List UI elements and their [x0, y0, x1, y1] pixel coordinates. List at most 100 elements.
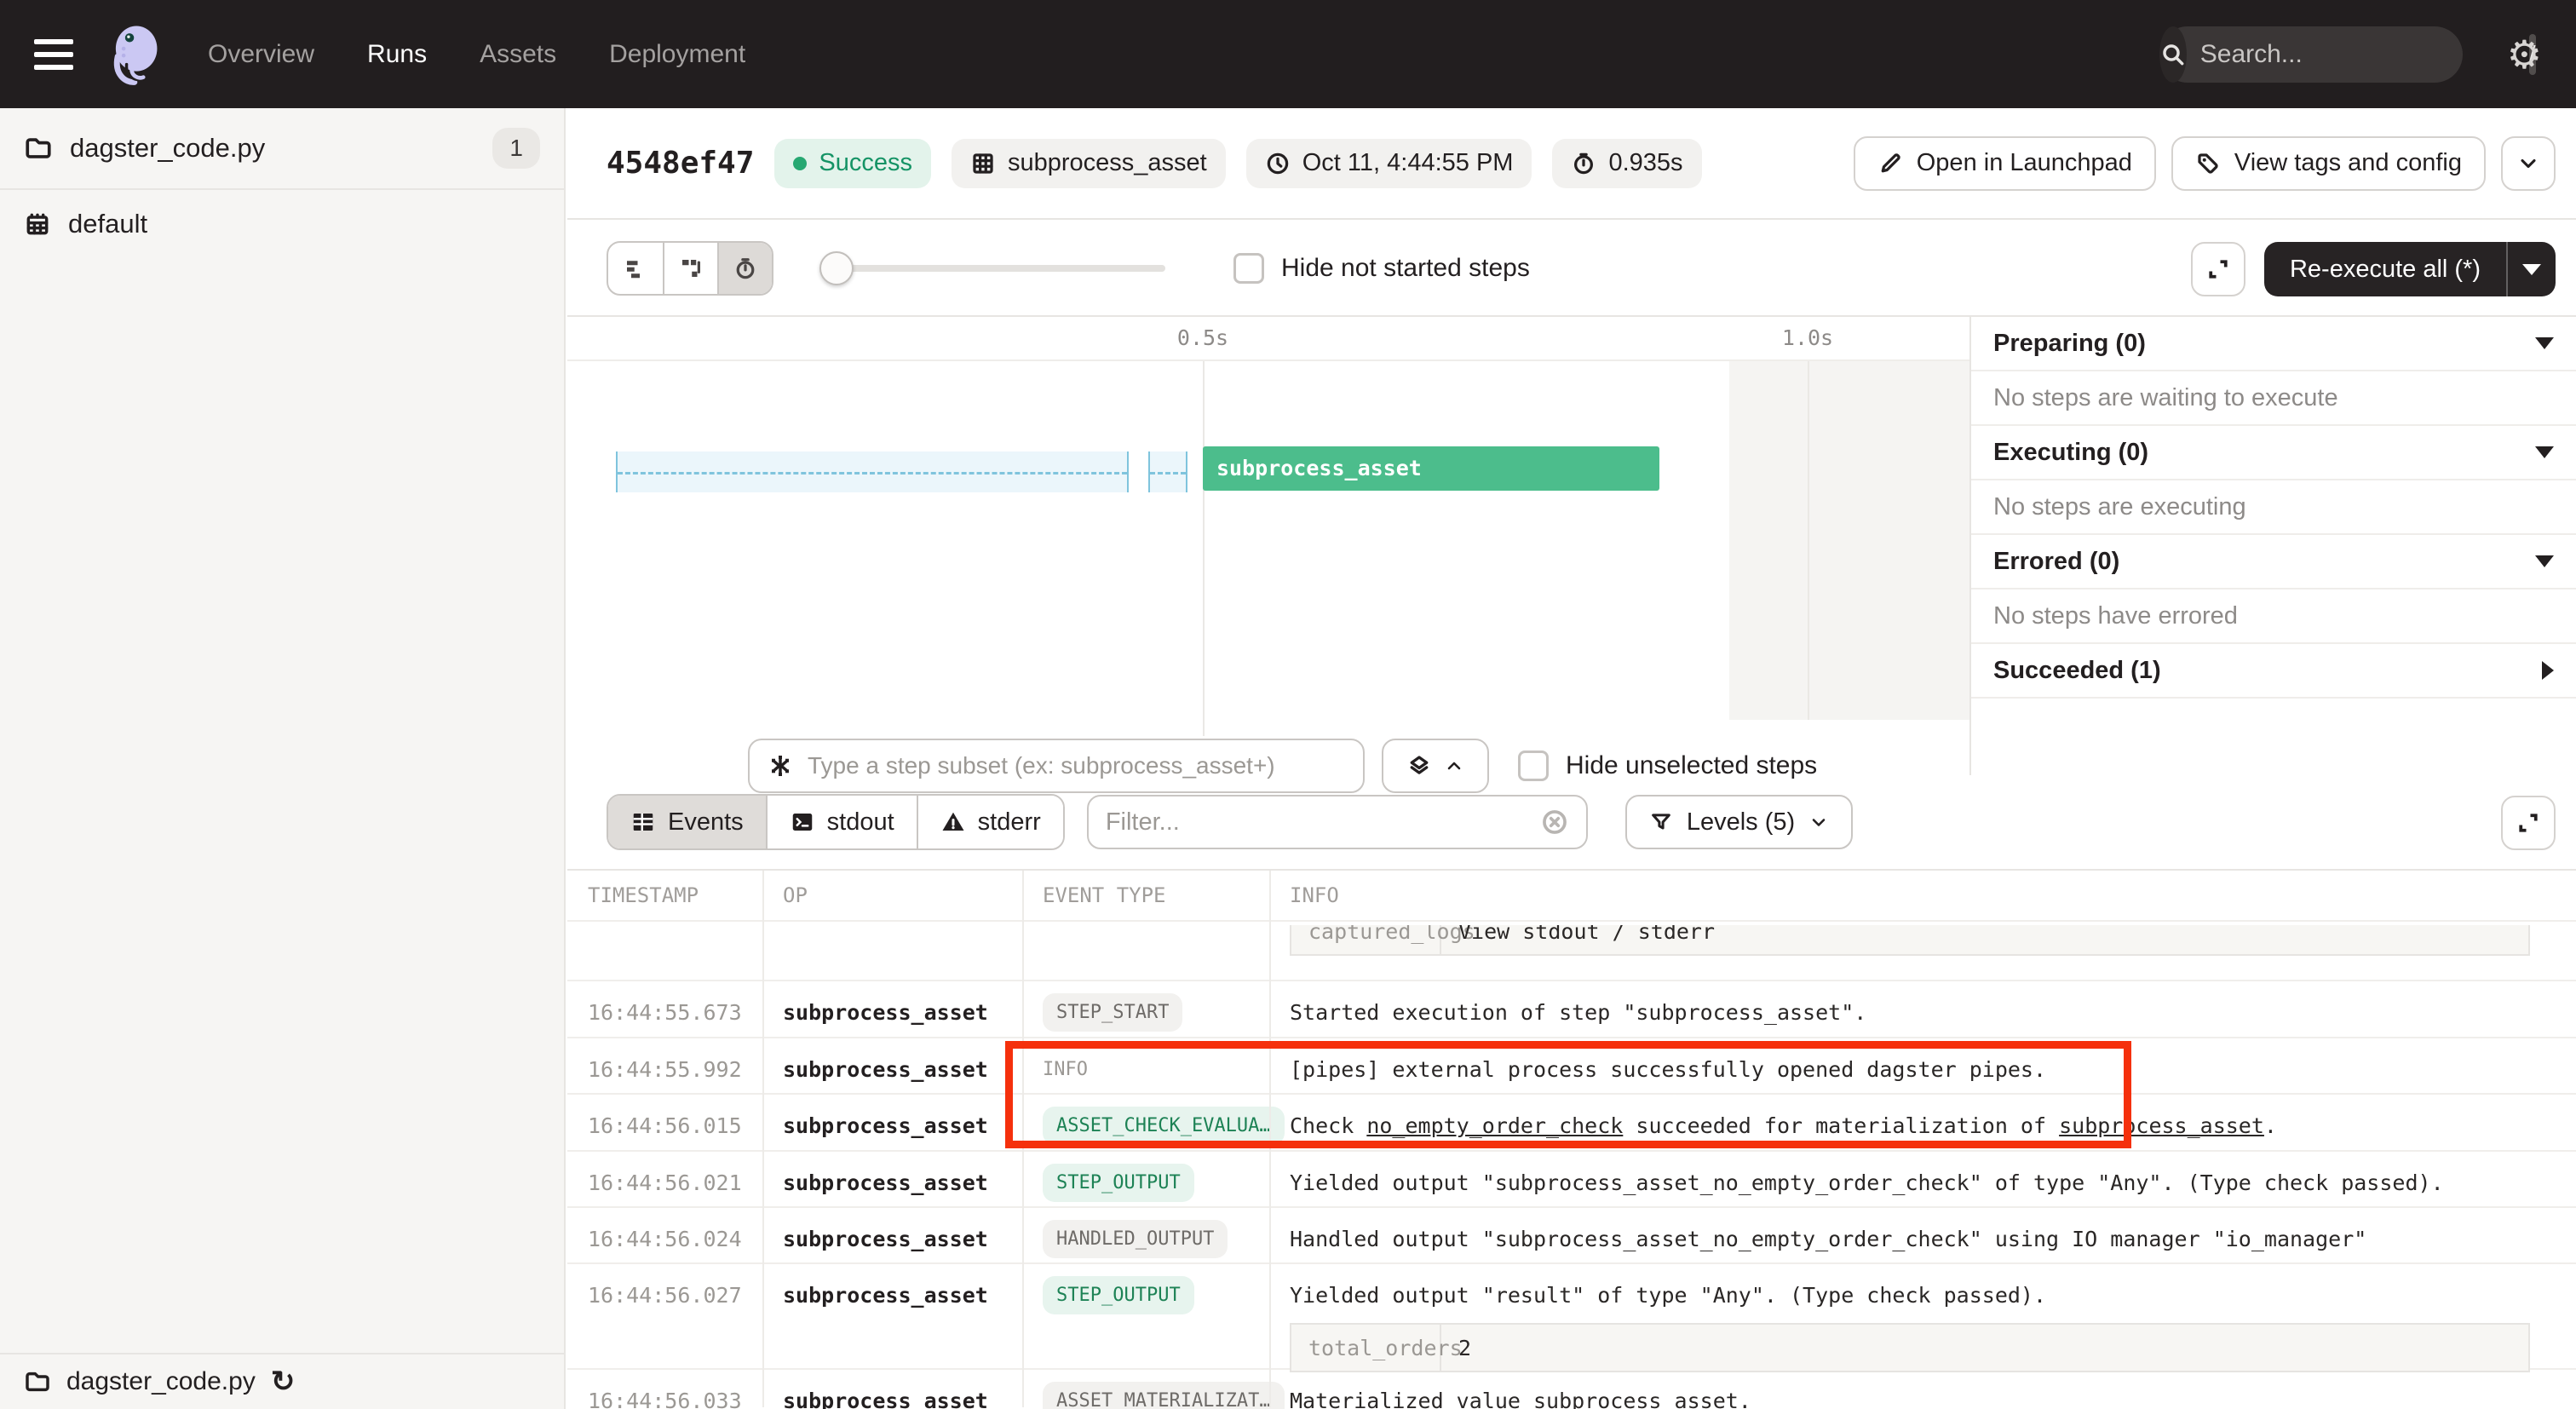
tag-icon [2195, 151, 2221, 176]
event-type-badge: STEP_START [1043, 993, 1182, 1032]
log-row[interactable]: 16:44:56.024subprocess_assetHANDLED_OUTP… [567, 1206, 2576, 1262]
step-section-message: No steps have errored [1971, 589, 2576, 644]
flat-view-icon[interactable] [608, 243, 663, 294]
triangle-right-icon [2542, 661, 2554, 680]
code-location-label: dagster_code.py [70, 133, 265, 164]
hide-not-started-checkbox[interactable] [1233, 253, 1264, 284]
view-tags-config-button[interactable]: View tags and config [2171, 136, 2486, 191]
reload-icon[interactable]: ↻ [271, 1367, 296, 1396]
timed-view-icon[interactable] [717, 243, 772, 294]
clear-filter-icon[interactable] [1540, 808, 1569, 837]
log-filter-input[interactable] [1106, 808, 1540, 837]
timeline-tick: 0.5s [1177, 325, 1228, 350]
menu-icon[interactable] [34, 39, 73, 70]
event-type-badge: STEP_OUTPUT [1043, 1276, 1194, 1314]
column-header-info: INFO [1269, 883, 2576, 907]
log-row[interactable]: 16:44:56.027subprocess_assetSTEP_OUTPUTY… [567, 1262, 2576, 1368]
clock-icon [1265, 151, 1291, 176]
stopwatch-icon [1571, 151, 1596, 176]
column-divider [1269, 871, 1271, 1407]
expand-icon [2516, 810, 2541, 836]
waterfall-view-icon[interactable] [663, 243, 717, 294]
info-link[interactable]: no_empty_order_check [1366, 1113, 1623, 1138]
zoom-slider[interactable] [823, 265, 1165, 272]
triangle-down-icon [2535, 555, 2554, 567]
tab-events[interactable]: Events [608, 796, 766, 848]
step-section-header[interactable]: Executing (0) [1971, 426, 2576, 480]
table-icon [630, 809, 656, 835]
column-header-op: OP [762, 883, 1022, 907]
step-section-header[interactable]: Succeeded (1) [1971, 644, 2576, 699]
sidebar-item-job-default[interactable]: default [0, 190, 564, 258]
search-icon [2159, 26, 2187, 83]
tab-stdout[interactable]: stdout [766, 796, 917, 848]
gantt-timeline: 0.5s 1.0s [567, 317, 1969, 361]
step-status-panel: Preparing (0)No steps are waiting to exe… [1969, 317, 2576, 775]
search-input[interactable] [2187, 40, 2529, 69]
asset-tag[interactable]: subprocess_asset [952, 139, 1226, 188]
gantt-waiting-span [1148, 451, 1187, 492]
column-header-event-type: EVENT TYPE [1022, 883, 1269, 907]
metadata-value[interactable]: View stdout / stderr [1441, 925, 1715, 954]
zoom-slider-knob[interactable] [819, 251, 854, 285]
re-execute-button[interactable]: Re-execute all (*) [2264, 242, 2556, 296]
run-header: 4548ef47 Success subprocess_asset Oct 11… [567, 108, 2576, 220]
log-row[interactable]: 16:44:55.992subprocess_assetINFO[pipes] … [567, 1037, 2576, 1093]
log-row[interactable]: 16:44:55.673subprocess_assetSTEP_STARTSt… [567, 980, 2576, 1037]
folder-icon [24, 134, 53, 163]
column-header-timestamp: TIMESTAMP [567, 883, 762, 907]
gantt-waiting-span [616, 451, 1129, 492]
code-location-count-badge: 1 [492, 128, 540, 169]
log-row[interactable]: 16:44:56.015subprocess_assetASSET_CHECK_… [567, 1093, 2576, 1150]
step-section-message: No steps are executing [1971, 480, 2576, 535]
event-type-badge: HANDLED_OUTPUT [1043, 1220, 1228, 1258]
search-box[interactable]: / [2159, 26, 2463, 83]
job-label: default [68, 209, 147, 239]
gear-icon[interactable]: ⚙ [2507, 35, 2542, 74]
log-row[interactable]: 16:44:56.021subprocess_assetSTEP_OUTPUTY… [567, 1150, 2576, 1206]
column-divider [762, 871, 764, 1407]
triangle-down-icon [2535, 337, 2554, 349]
dagster-logo-icon[interactable] [104, 23, 167, 86]
info-link[interactable]: subprocess_asset [2059, 1113, 2264, 1138]
open-in-launchpad-button[interactable]: Open in Launchpad [1854, 136, 2156, 191]
event-type-badge: STEP_OUTPUT [1043, 1164, 1194, 1202]
event-type-badge: INFO [1043, 1050, 1088, 1080]
re-execute-dropdown[interactable] [2506, 242, 2556, 296]
metadata-table: total_orders2 [1290, 1323, 2530, 1372]
gantt-chart: 0.5s 1.0s subprocess_asset [567, 317, 1969, 775]
nav-item-runs[interactable]: Runs [367, 40, 427, 69]
log-filter-box [1087, 795, 1588, 849]
sidebar: dagster_code.py 1 default dagster_code.p… [0, 108, 566, 1409]
gantt-step-bar[interactable]: subprocess_asset [1203, 446, 1659, 491]
levels-filter-button[interactable]: Levels (5) [1625, 795, 1853, 849]
run-id: 4548ef47 [607, 146, 754, 181]
timeline-tick: 1.0s [1782, 325, 1833, 350]
events-toolbar: Eventsstdoutstderr Levels (5) [567, 775, 2576, 871]
log-row[interactable]: captured_logsView stdout / stderr [567, 920, 2576, 980]
event-type-badge: ASSET_MATERIALIZAT… [1043, 1382, 1285, 1409]
log-rows: captured_logsView stdout / stderr16:44:5… [567, 920, 2576, 1409]
step-section-header[interactable]: Errored (0) [1971, 535, 2576, 589]
nav-item-assets[interactable]: Assets [480, 40, 556, 69]
gantt-fullscreen-button[interactable] [2191, 242, 2245, 296]
logs-fullscreen-button[interactable] [2501, 796, 2556, 850]
tab-stderr[interactable]: stderr [917, 796, 1063, 848]
filter-funnel-icon [1649, 810, 1673, 834]
top-nav: Overview Runs Assets Deployment / ⚙ [0, 0, 2576, 108]
terminal-icon [790, 809, 815, 835]
run-duration-tag: 0.935s [1552, 139, 1701, 188]
status-badge: Success [774, 139, 931, 188]
expand-icon [2205, 256, 2231, 282]
asset-grid-icon [970, 151, 996, 176]
run-header-more-button[interactable] [2501, 136, 2556, 191]
nav-item-deployment[interactable]: Deployment [609, 40, 745, 69]
triangle-down-icon [2535, 446, 2554, 458]
log-row[interactable]: 16:44:56.033subprocess_assetASSET_MATERI… [567, 1368, 2576, 1409]
sidebar-item-code-location[interactable]: dagster_code.py 1 [0, 108, 564, 190]
run-timestamp-tag: Oct 11, 4:44:55 PM [1246, 139, 1532, 188]
gantt-view-mode-group [607, 241, 773, 296]
job-icon [24, 210, 51, 238]
nav-item-overview[interactable]: Overview [208, 40, 314, 69]
step-section-header[interactable]: Preparing (0) [1971, 317, 2576, 371]
